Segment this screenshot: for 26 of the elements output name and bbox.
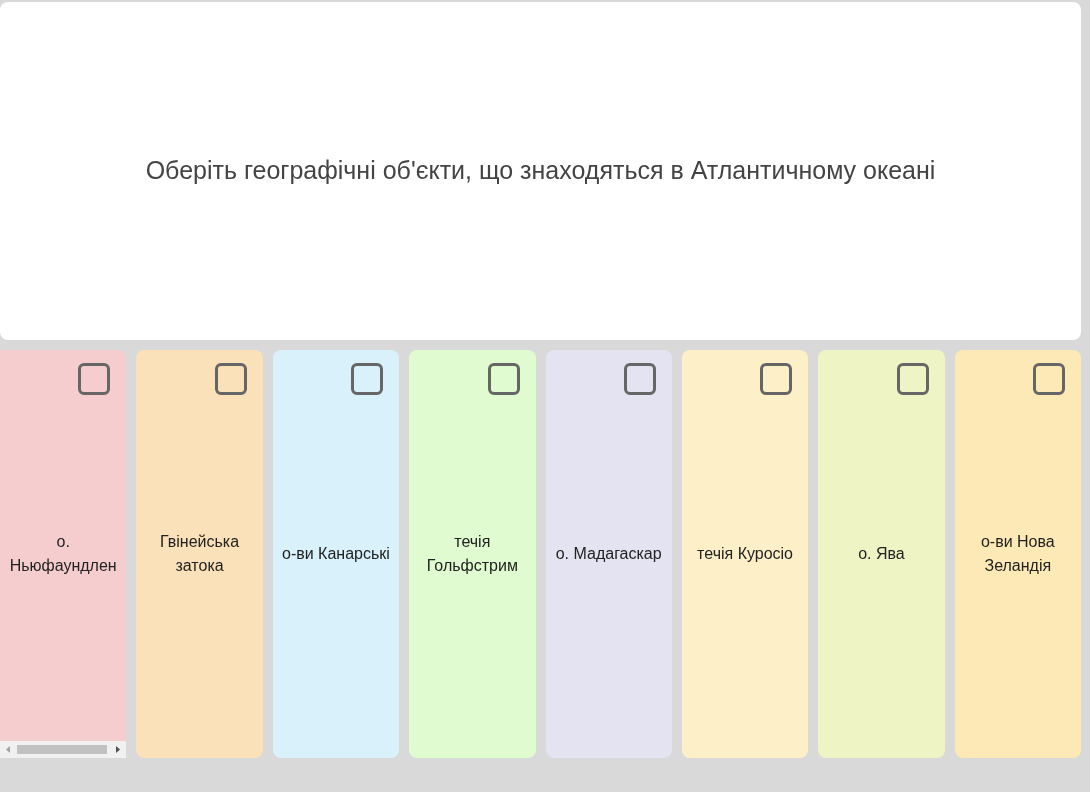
checkbox[interactable]: [623, 363, 656, 395]
answer-card[interactable]: течія Гольфстрим: [409, 350, 536, 758]
answer-label: о. Мадагаскар: [555, 544, 662, 564]
answer-card[interactable]: о. Ньюфаундлен: [0, 350, 127, 758]
answer-card[interactable]: о. Ява: [818, 350, 945, 758]
checkbox[interactable]: [78, 363, 111, 395]
answer-label: течія Куросіо: [697, 544, 793, 564]
answer-card[interactable]: течія Куросіо: [681, 350, 809, 758]
checkbox[interactable]: [214, 363, 247, 395]
checkbox[interactable]: [896, 363, 929, 395]
answer-label: о-ви Канарські: [282, 544, 390, 564]
answer-label: течія Гольфстрим: [425, 532, 519, 576]
answer-label: о. Ньюфаундлен: [8, 532, 118, 576]
answer-label: Гвінейська затока: [159, 532, 241, 576]
question-text: Оберіть географічні об'єкти, що знаходяться в Атлантичному океані: [145, 155, 936, 187]
answer-card[interactable]: о. Мадагаскар: [545, 350, 672, 758]
checkbox[interactable]: [1033, 363, 1065, 395]
checkbox[interactable]: [760, 363, 793, 395]
answer-card[interactable]: Гвінейська затока: [136, 350, 263, 758]
horizontal-scrollbar[interactable]: [0, 741, 126, 758]
checkbox[interactable]: [351, 363, 384, 395]
checkbox[interactable]: [487, 363, 520, 395]
answer-label: о. Ява: [858, 544, 905, 564]
answer-label: о-ви Нова Зеландія: [979, 532, 1056, 576]
answer-card[interactable]: о-ви Нова Зеландія: [954, 350, 1081, 758]
answer-card[interactable]: о-ви Канарські: [272, 350, 400, 758]
